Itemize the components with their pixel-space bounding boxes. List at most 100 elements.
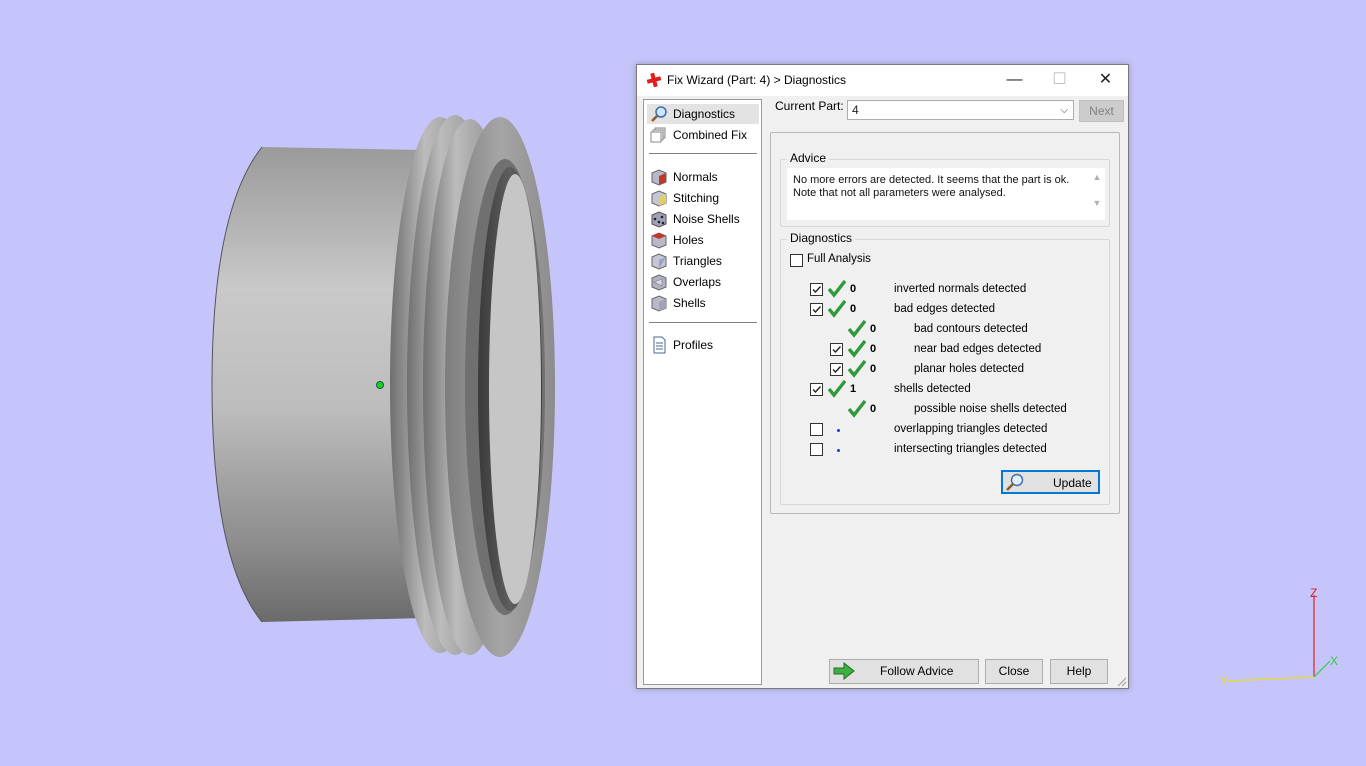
- triangles-cube-icon: [651, 253, 667, 270]
- green-check-icon: [848, 320, 866, 338]
- close-button[interactable]: Close: [985, 659, 1043, 684]
- diag-checkbox[interactable]: [810, 383, 823, 396]
- noise-shells-icon: [651, 211, 667, 228]
- nav-item-noise-shells[interactable]: Noise Shells: [647, 209, 759, 229]
- nav-item-shells[interactable]: Shells: [647, 293, 759, 313]
- nav-divider: [649, 322, 757, 323]
- nav-label: Normals: [673, 170, 718, 184]
- diag-checkbox[interactable]: [810, 443, 823, 456]
- full-analysis-label: Full Analysis: [807, 253, 871, 265]
- update-button[interactable]: Update: [1001, 470, 1100, 494]
- nav-item-stitching[interactable]: Stitching: [647, 188, 759, 208]
- minimize-button[interactable]: —: [992, 65, 1037, 96]
- advice-group: Advice No more errors are detected. It s…: [780, 151, 1110, 227]
- advice-group-title: Advice: [787, 151, 830, 165]
- title-bar[interactable]: Fix Wizard (Part: 4) > Diagnostics — ☐ ✕: [637, 65, 1128, 96]
- diag-label: planar holes detected: [914, 363, 1024, 375]
- nav-label: Triangles: [673, 254, 722, 268]
- nav-label: Stitching: [673, 191, 720, 205]
- diag-count: 0: [850, 283, 857, 295]
- full-analysis-checkbox[interactable]: [790, 254, 803, 267]
- axis-triad: Z X Y: [1220, 586, 1338, 688]
- pending-dot-icon: [837, 449, 840, 452]
- pivot-point-marker: [376, 381, 384, 389]
- nav-label: Holes: [673, 233, 704, 247]
- fix-wizard-dialog: Fix Wizard (Part: 4) > Diagnostics — ☐ ✕…: [636, 64, 1129, 689]
- diag-count: 0: [870, 343, 877, 355]
- diagnostics-group-title: Diagnostics: [787, 231, 856, 245]
- diag-label: shells detected: [894, 383, 971, 395]
- nav-item-combined-fix[interactable]: Combined Fix: [647, 125, 759, 145]
- pending-dot-icon: [837, 429, 840, 432]
- help-button[interactable]: Help: [1050, 659, 1108, 684]
- diag-count: 0: [870, 323, 877, 335]
- advice-scrollbar[interactable]: ▲ ▼: [1089, 168, 1105, 220]
- current-part-label: Current Part:: [775, 99, 844, 113]
- diagnostics-page-frame: Advice No more errors are detected. It s…: [770, 132, 1120, 514]
- update-label: Update: [1053, 476, 1092, 490]
- nav-item-triangles[interactable]: Triangles: [647, 251, 759, 271]
- green-check-icon: [828, 380, 846, 398]
- nav-label: Combined Fix: [673, 128, 748, 142]
- diag-label: possible noise shells detected: [914, 403, 1067, 415]
- close-window-button[interactable]: ✕: [1083, 65, 1128, 96]
- x-axis-label: X: [1330, 654, 1338, 668]
- nav-item-overlaps[interactable]: Overlaps: [647, 272, 759, 292]
- nav-item-diagnostics[interactable]: Diagnostics: [647, 104, 759, 124]
- resize-grip-icon[interactable]: [1117, 677, 1127, 687]
- maximize-button[interactable]: ☐: [1037, 65, 1082, 96]
- normals-cube-icon: [651, 169, 667, 186]
- nav-label: Overlaps: [673, 275, 722, 289]
- diag-label: bad contours detected: [914, 323, 1028, 335]
- shells-cube-icon: [651, 295, 667, 312]
- magnifier-icon: [651, 106, 667, 122]
- green-check-icon: [828, 300, 846, 318]
- nav-item-holes[interactable]: Holes: [647, 230, 759, 250]
- wizard-nav-panel: Diagnostics Combined Fix Normals Stitchi…: [643, 99, 762, 685]
- diag-count: 0: [870, 363, 877, 375]
- magnifier-icon: [1006, 473, 1024, 491]
- advice-line-1: No more errors are detected. It seems th…: [793, 174, 1070, 186]
- current-part-value: 4: [852, 103, 859, 117]
- green-check-icon: [848, 340, 866, 358]
- stitching-cube-icon: [651, 190, 667, 207]
- diag-label: intersecting triangles detected: [894, 443, 1047, 455]
- holes-cube-icon: [651, 232, 667, 249]
- scroll-down-icon[interactable]: ▼: [1089, 198, 1105, 208]
- follow-advice-button[interactable]: Follow Advice: [829, 659, 979, 684]
- diag-label: inverted normals detected: [894, 283, 1027, 295]
- diag-count: 1: [850, 383, 857, 395]
- diag-checkbox[interactable]: [810, 423, 823, 436]
- diag-checkbox[interactable]: [810, 283, 823, 296]
- diag-count: 0: [850, 303, 857, 315]
- follow-advice-label: Follow Advice: [880, 664, 954, 678]
- scroll-up-icon[interactable]: ▲: [1089, 172, 1105, 182]
- document-icon: [653, 336, 666, 354]
- dialog-title: Fix Wizard (Part: 4) > Diagnostics: [667, 73, 847, 87]
- y-axis-label: Y: [1220, 674, 1228, 688]
- diag-count: 0: [870, 403, 877, 415]
- advice-text-box: No more errors are detected. It seems th…: [787, 168, 1089, 220]
- diag-label: near bad edges detected: [914, 343, 1042, 355]
- green-arrow-icon: [833, 662, 855, 680]
- part-model[interactable]: [0, 0, 636, 766]
- next-button[interactable]: Next: [1079, 100, 1124, 122]
- advice-line-2: Note that not all parameters were analys…: [793, 187, 1006, 199]
- nav-item-profiles[interactable]: Profiles: [647, 335, 759, 355]
- green-check-icon: [848, 400, 866, 418]
- nav-label: Shells: [673, 296, 706, 310]
- nav-item-normals[interactable]: Normals: [647, 167, 759, 187]
- green-check-icon: [828, 280, 846, 298]
- diag-checkbox[interactable]: [810, 303, 823, 316]
- diag-checkbox[interactable]: [830, 343, 843, 356]
- red-cross-icon: [646, 72, 662, 88]
- combined-fix-icon: [650, 127, 666, 143]
- nav-label: Noise Shells: [673, 212, 740, 226]
- overlaps-cube-icon: [651, 274, 667, 291]
- z-axis-label: Z: [1310, 586, 1317, 600]
- nav-label: Profiles: [673, 338, 714, 352]
- current-part-select[interactable]: 4 ⌵: [847, 100, 1074, 120]
- diag-checkbox[interactable]: [830, 363, 843, 376]
- green-check-icon: [848, 360, 866, 378]
- diag-label: bad edges detected: [894, 303, 996, 315]
